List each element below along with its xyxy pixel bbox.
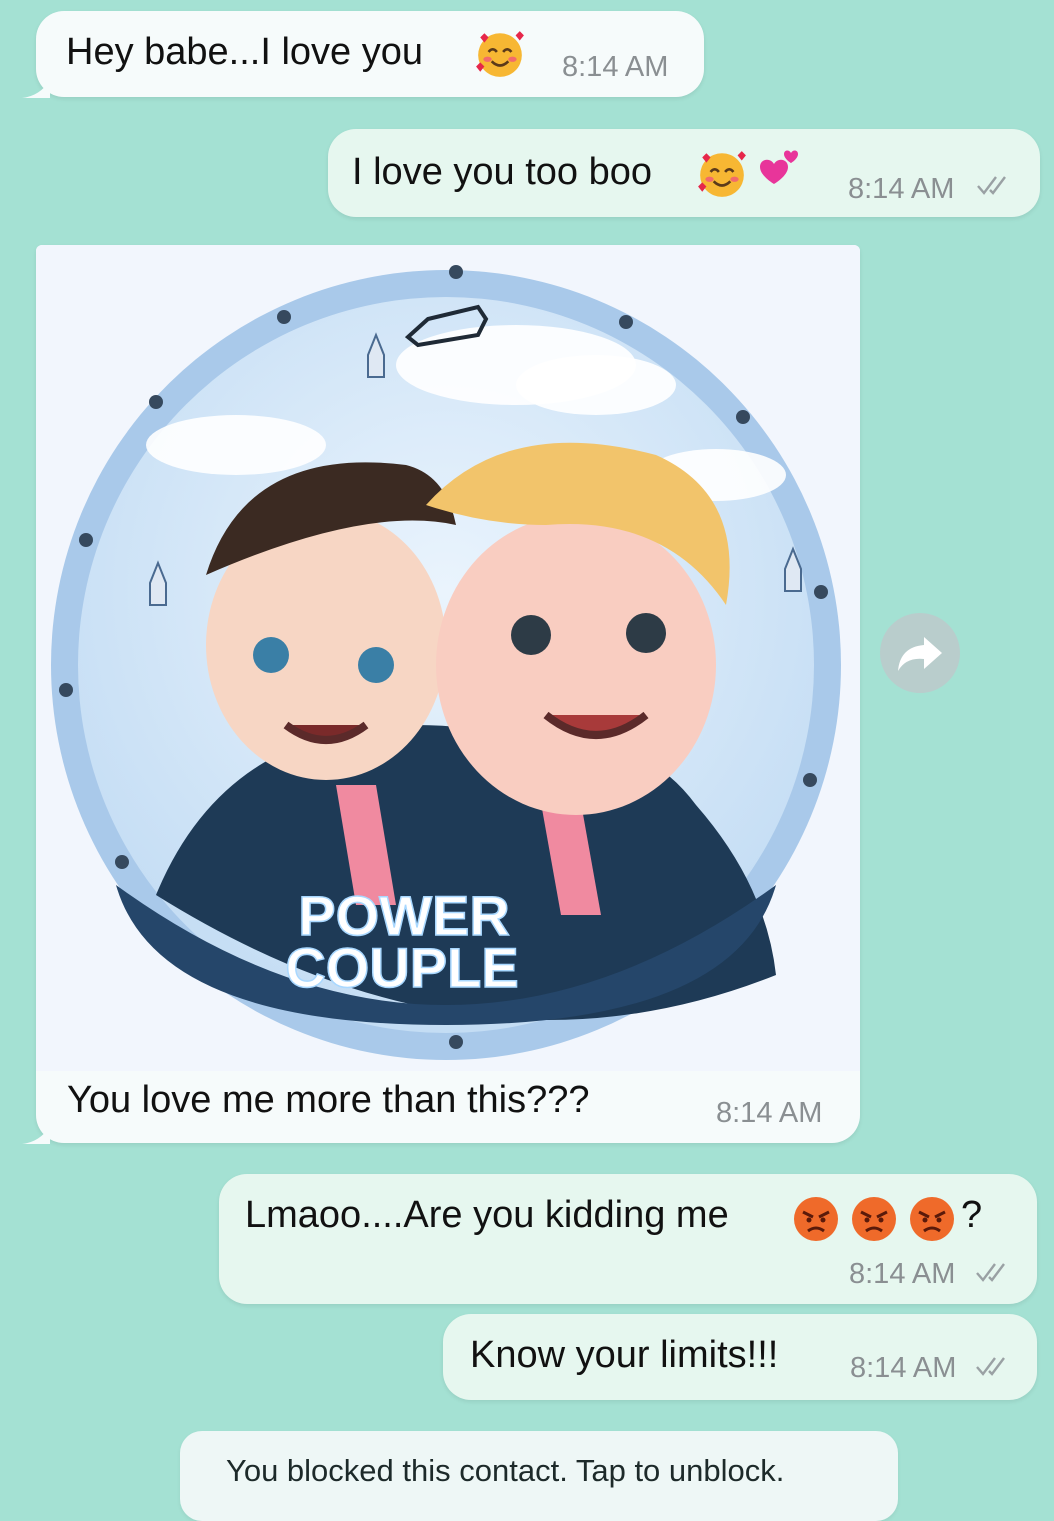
message-time: 8:14 AM [716, 1097, 823, 1129]
blocked-contact-text: You blocked this contact. Tap to unblock… [226, 1453, 785, 1488]
message-bubble-incoming[interactable]: Hey babe...I love you 8:14 AM [36, 11, 704, 97]
bubble-tail [22, 80, 50, 98]
forward-icon [898, 637, 942, 671]
double-check-icon [975, 1260, 1015, 1284]
message-bubble-incoming-image[interactable]: POWER COUPLE You love me more than this?… [36, 245, 860, 1143]
two-hearts-icon [752, 145, 802, 195]
angry-face-icon [907, 1194, 957, 1244]
angry-face-icon [791, 1194, 841, 1244]
message-text: I love you too boo [352, 151, 652, 193]
bubble-tail [22, 1126, 50, 1144]
message-time: 8:14 AM [850, 1352, 957, 1384]
message-text: Hey babe...I love you [66, 31, 423, 73]
angry-face-icon [849, 1194, 899, 1244]
smiling-face-with-hearts-icon [696, 147, 748, 199]
message-text: Know your limits!!! [470, 1334, 779, 1376]
message-bubble-outgoing[interactable]: Lmaoo....Are you kidding me ? 8:14 AM [219, 1174, 1037, 1304]
message-text: Lmaoo....Are you kidding me [245, 1194, 729, 1236]
power-couple-illustration: POWER COUPLE [51, 265, 841, 1060]
message-time: 8:14 AM [848, 173, 955, 205]
message-time: 8:14 AM [562, 51, 669, 83]
double-check-icon [976, 173, 1016, 197]
blocked-contact-notice[interactable]: You blocked this contact. Tap to unblock… [180, 1431, 898, 1521]
message-bubble-outgoing[interactable]: I love you too boo 8:14 AM [328, 129, 1040, 217]
message-text-suffix: ? [961, 1194, 983, 1236]
message-time: 8:14 AM [849, 1258, 956, 1290]
image-title-line2: COUPLE [285, 936, 518, 999]
double-check-icon [975, 1354, 1015, 1378]
message-bubble-outgoing[interactable]: Know your limits!!! 8:14 AM [443, 1314, 1037, 1400]
smiling-face-with-hearts-icon [474, 27, 526, 79]
message-text: You love me more than this??? [67, 1079, 590, 1121]
image-attachment[interactable]: POWER COUPLE [36, 245, 860, 1071]
forward-button[interactable] [880, 613, 960, 693]
